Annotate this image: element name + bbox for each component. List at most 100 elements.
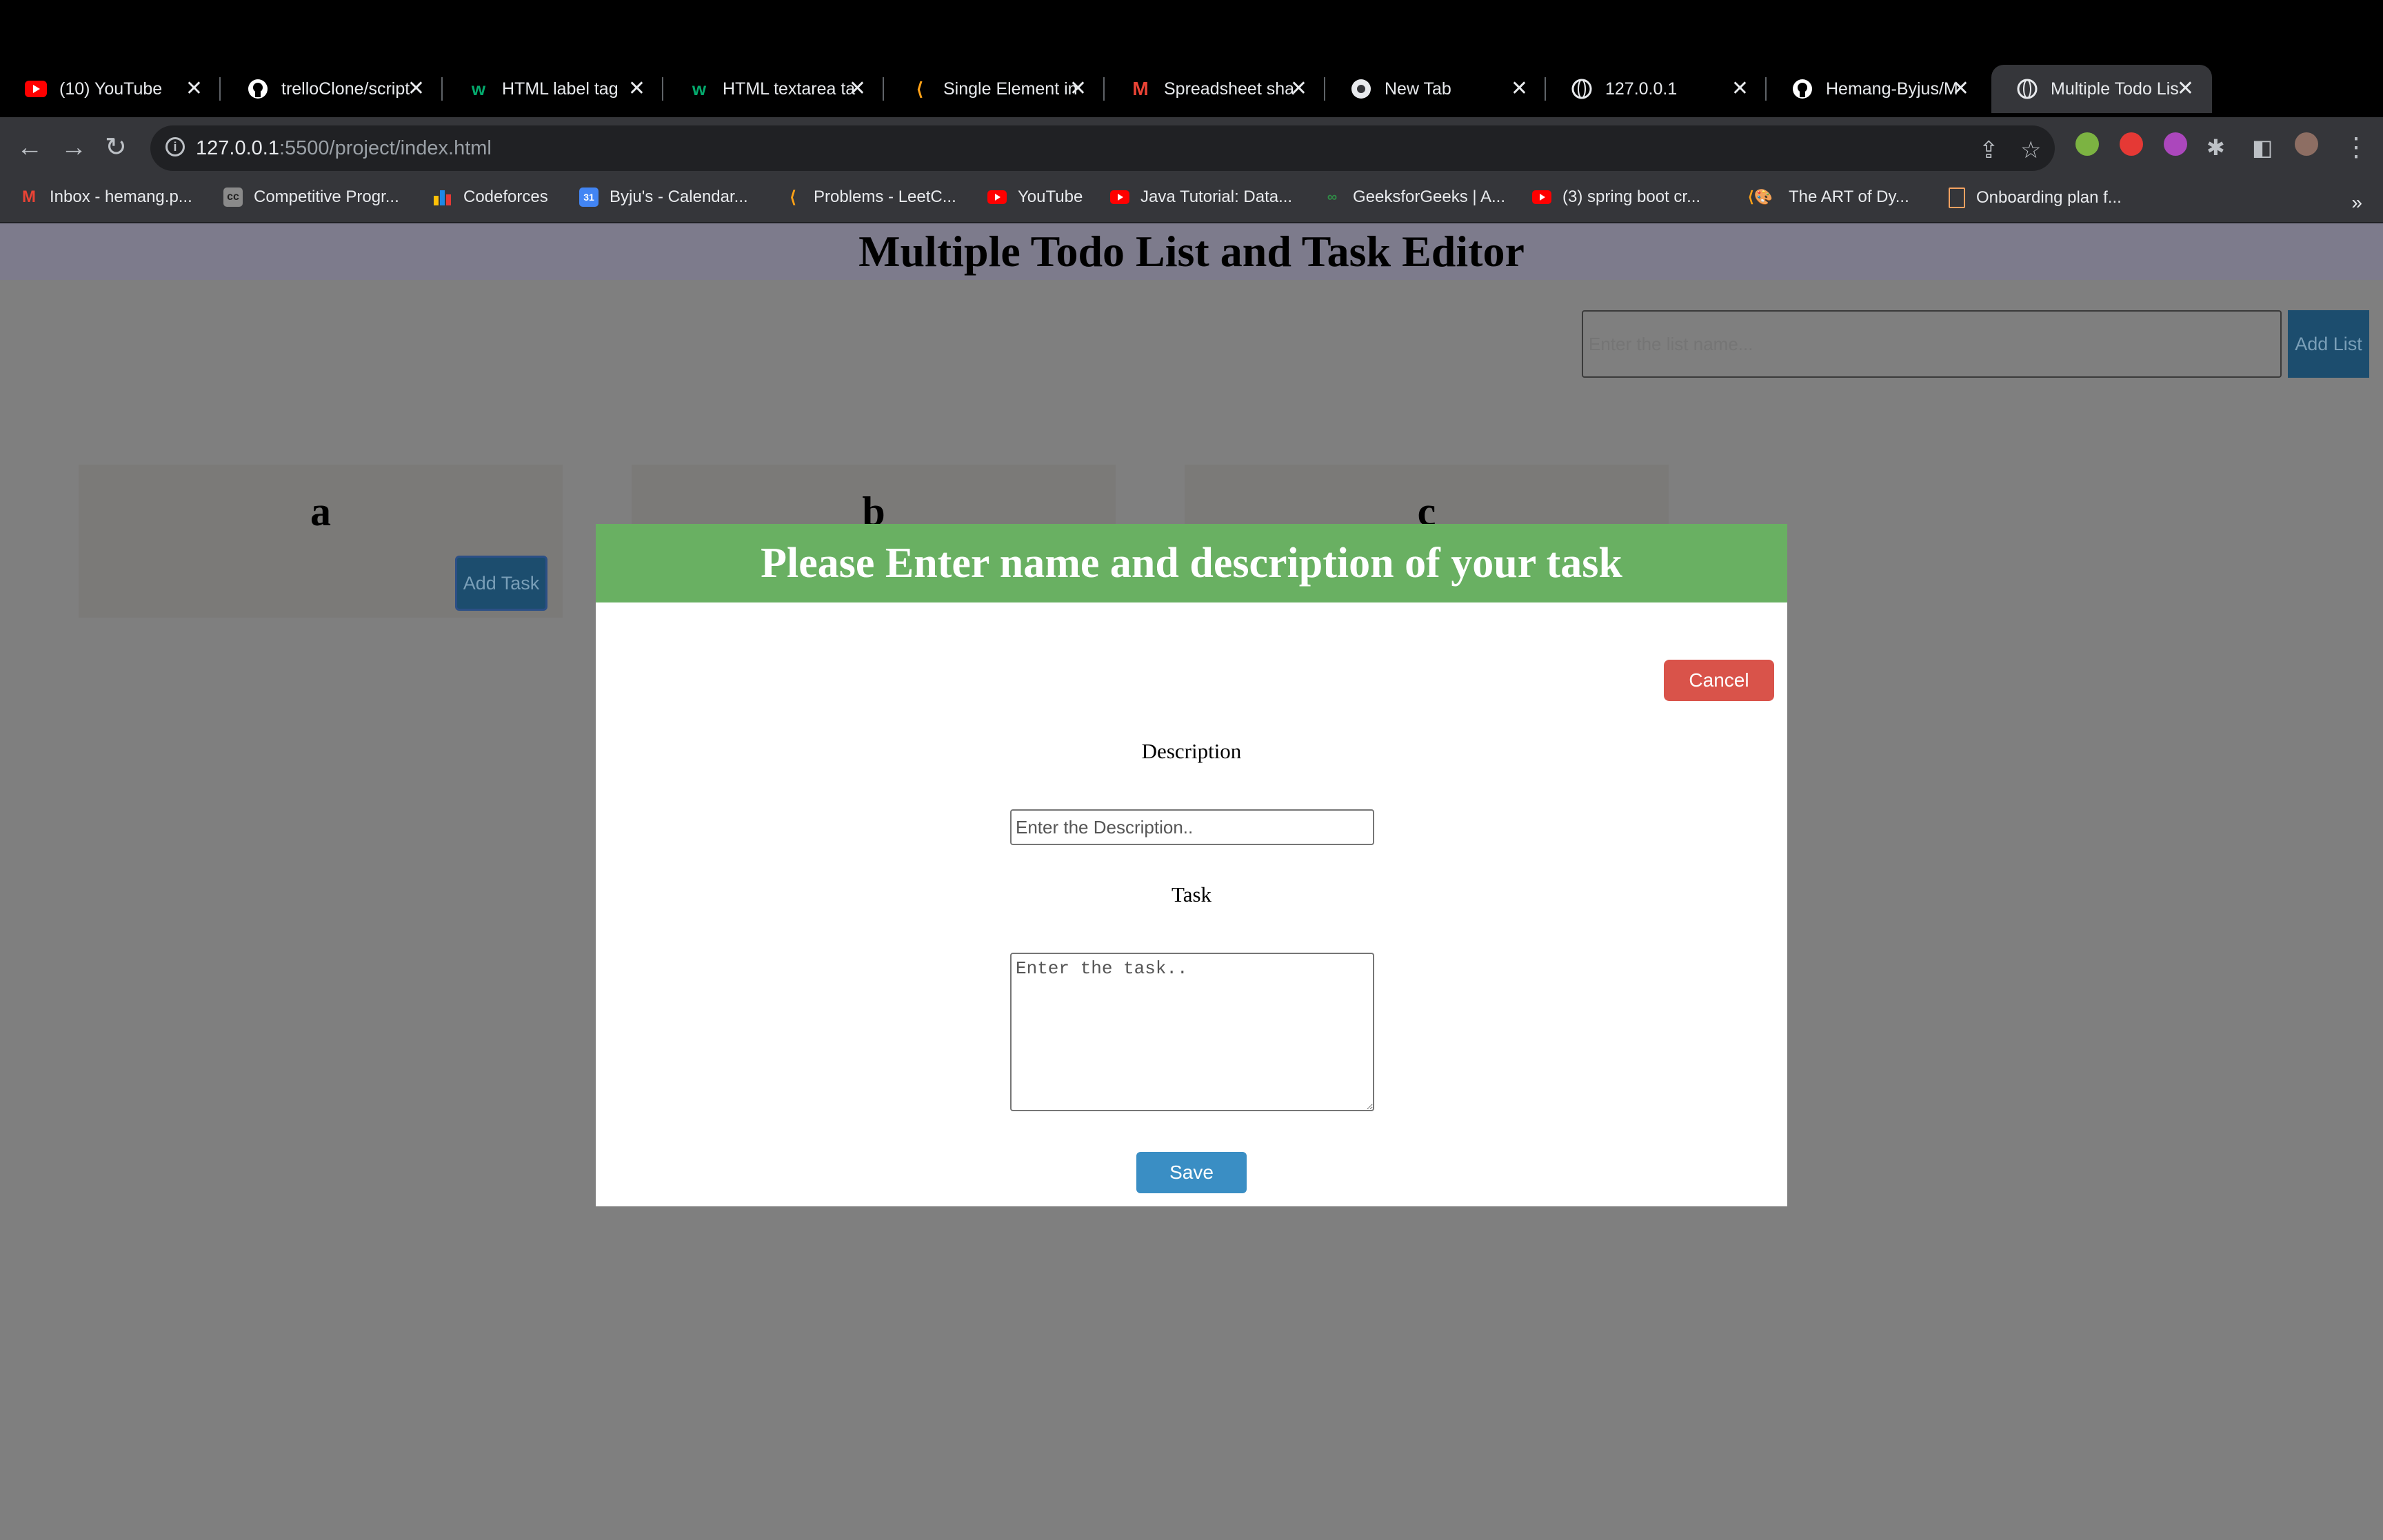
close-icon[interactable]: ✕ (628, 77, 645, 101)
bookmark-label: Byju's - Calendar... (610, 188, 748, 206)
cancel-button[interactable]: Cancel (1664, 660, 1774, 701)
modal-title: Please Enter name and description of you… (596, 524, 1787, 602)
tab-multiple-todo[interactable]: Multiple Todo Lis ✕ (1991, 65, 2212, 113)
doc-icon (1949, 188, 1965, 208)
bookmark-label: Problems - LeetC... (814, 188, 956, 206)
gfg-icon: ∞ (1327, 189, 1338, 205)
youtube-icon (1532, 188, 1551, 207)
bookmark-item[interactable]: YouTube (987, 188, 1083, 207)
close-icon[interactable]: ✕ (1511, 77, 1528, 101)
bookmark-item[interactable]: Codeforces (433, 188, 548, 207)
site-info-icon[interactable]: i (165, 137, 185, 156)
calendar-icon: 31 (579, 188, 599, 207)
close-icon[interactable]: ✕ (1731, 77, 1749, 101)
url-path: :5500/project/index.html (279, 136, 492, 159)
task-textarea[interactable] (1010, 953, 1374, 1111)
avatar[interactable] (2295, 132, 2318, 156)
tab-spreadsheet[interactable]: M Spreadsheet sha ✕ (1105, 65, 1325, 113)
close-icon[interactable]: ✕ (1952, 77, 1969, 101)
save-button[interactable]: Save (1136, 1152, 1247, 1193)
bookmark-item[interactable]: cc Competitive Progr... (223, 188, 399, 207)
close-icon[interactable]: ✕ (1069, 77, 1087, 101)
tab-title: trelloClone/script (281, 79, 410, 99)
tab-single-element[interactable]: ⟨ Single Element in ✕ (884, 65, 1105, 113)
url-host: 127.0.0.1 (196, 136, 279, 159)
bookmarks-bar: M Inbox - hemang.p... cc Competitive Progr… (0, 181, 2383, 223)
bookmark-item[interactable]: (3) spring boot cr... (1532, 188, 1700, 207)
bookmark-item[interactable]: M Inbox - hemang.p... (19, 188, 192, 207)
menu-dots-icon[interactable]: ⋮ (2343, 134, 2369, 161)
task-modal: Please Enter name and description of you… (596, 524, 1787, 1206)
bookmark-label: YouTube (1018, 188, 1083, 206)
close-icon[interactable]: ✕ (2177, 77, 2194, 101)
share-icon[interactable]: ⇪ (1979, 136, 1999, 164)
bookmark-label: Inbox - hemang.p... (50, 188, 192, 206)
tab-trelloclone[interactable]: trelloClone/script ✕ (222, 65, 443, 113)
bookmark-star-icon[interactable]: ☆ (2020, 136, 2041, 164)
window-titlebar (0, 0, 2383, 52)
puzzle-icon[interactable]: ✱ (2206, 134, 2225, 161)
tab-title: Spreadsheet sha (1164, 79, 1295, 99)
close-icon[interactable]: ✕ (185, 77, 203, 101)
tab-title: HTML label tag (502, 79, 619, 99)
extension-icon[interactable] (2164, 132, 2187, 156)
side-panel-icon[interactable]: ◧ (2252, 134, 2273, 161)
tab-new-tab[interactable]: New Tab ✕ (1325, 65, 1546, 113)
forward-arrow-icon[interactable]: → (61, 134, 87, 161)
extension-icon[interactable] (2120, 132, 2143, 156)
globe-icon (2016, 78, 2038, 100)
youtube-icon (25, 78, 47, 100)
tab-hemang-byjus[interactable]: Hemang-Byjus/M ✕ (1767, 65, 1987, 113)
add-list-button[interactable]: Add List (2288, 310, 2369, 378)
close-icon[interactable]: ✕ (1290, 77, 1307, 101)
w3schools-icon: w (471, 78, 486, 99)
leetcode-icon: ⟨ (790, 188, 796, 207)
page-title: Multiple Todo List and Task Editor (0, 223, 2383, 280)
close-icon[interactable]: ✕ (408, 77, 425, 101)
cc-icon: cc (223, 188, 243, 207)
extension-icon[interactable] (2075, 132, 2099, 156)
tab-strip: (10) YouTube ✕ trelloClone/script ✕ w HT… (0, 52, 2383, 145)
youtube-icon (987, 188, 1007, 207)
close-icon[interactable]: ✕ (849, 77, 866, 101)
tab-localhost[interactable]: 127.0.0.1 ✕ (1546, 65, 1767, 113)
bookmark-item[interactable]: ⟨🎨 The ART of Dy... (1743, 188, 1909, 207)
github-icon (247, 78, 269, 100)
bookmark-item[interactable]: Onboarding plan f... (1949, 188, 2122, 208)
bookmark-label: Java Tutorial: Data... (1140, 188, 1293, 206)
bookmark-item[interactable]: ∞ GeeksforGeeks | A... (1323, 188, 1505, 207)
bookmark-label: Onboarding plan f... (1976, 188, 2122, 207)
tab-html-label[interactable]: w HTML label tag ✕ (443, 65, 663, 113)
description-label: Description (1141, 739, 1242, 763)
codeforces-icon (433, 188, 452, 207)
tab-html-textarea[interactable]: w HTML textarea ta ✕ (663, 65, 884, 113)
tab-title: Hemang-Byjus/M (1826, 79, 1958, 99)
globe-icon (1571, 78, 1593, 100)
bookmarks-overflow-button[interactable]: » (2351, 192, 2362, 214)
leetcode-icon: ⟨ (916, 78, 924, 99)
leetcode-icon: ⟨🎨 (1748, 188, 1773, 205)
reload-icon[interactable]: ↻ (105, 134, 127, 161)
bookmark-item[interactable]: Java Tutorial: Data... (1110, 188, 1292, 207)
task-label: Task (1171, 882, 1212, 906)
bookmark-item[interactable]: 31 Byju's - Calendar... (579, 188, 748, 207)
bookmark-label: (3) spring boot cr... (1562, 188, 1701, 206)
bookmark-item[interactable]: ⟨ Problems - LeetC... (783, 188, 956, 207)
back-arrow-icon[interactable]: ← (17, 134, 43, 161)
description-input[interactable] (1010, 809, 1374, 845)
gmail-icon: M (22, 188, 36, 206)
list-name-input[interactable] (1582, 310, 2282, 378)
gmail-icon: M (1132, 78, 1149, 99)
tab-youtube[interactable]: (10) YouTube ✕ (0, 65, 221, 113)
tab-title: Single Element in (943, 79, 1078, 99)
tab-title: Multiple Todo Lis (2051, 79, 2179, 99)
bookmark-label: Codeforces (463, 188, 548, 206)
bookmark-label: The ART of Dy... (1789, 188, 1909, 206)
bookmark-label: Competitive Progr... (254, 188, 399, 206)
add-task-button[interactable]: Add Task (455, 556, 547, 611)
tab-title: 127.0.0.1 (1605, 79, 1678, 99)
tab-title: New Tab (1385, 79, 1451, 99)
address-bar[interactable]: i 127.0.0.1:5500/project/index.html ⇪ ☆ (150, 125, 2055, 171)
youtube-icon (1110, 188, 1129, 207)
tab-title: HTML textarea ta (723, 79, 856, 99)
